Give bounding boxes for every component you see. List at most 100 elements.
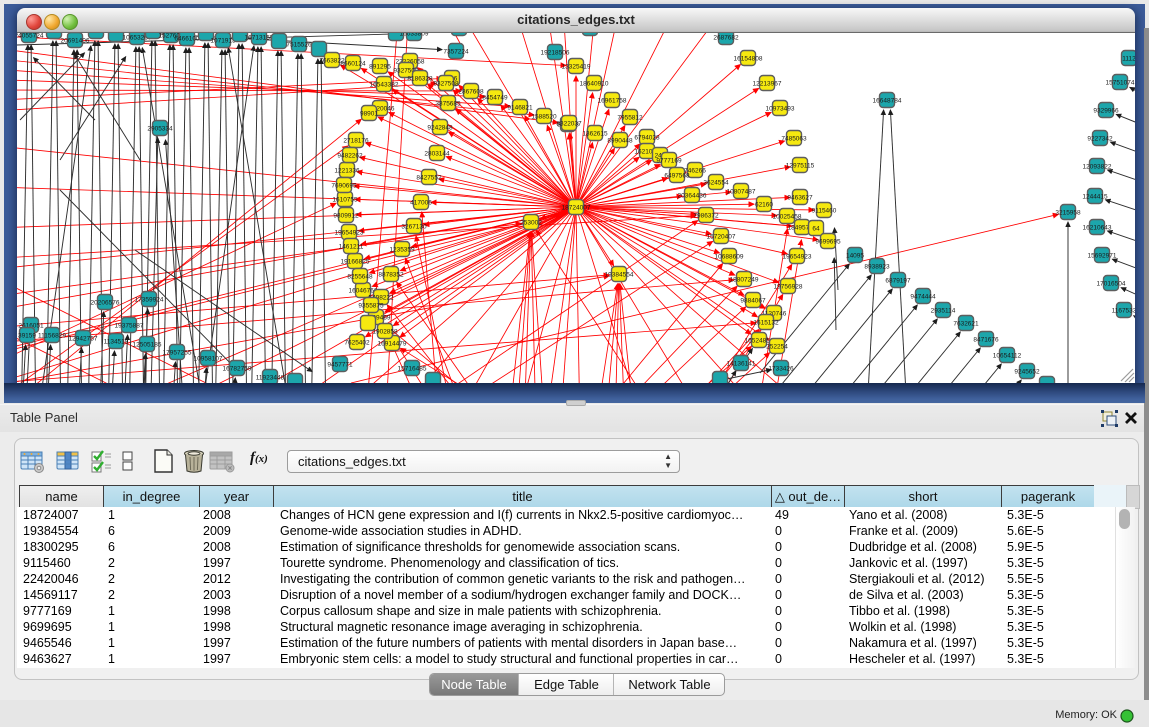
svg-text:12942757: 12942757: [69, 335, 98, 342]
svg-text:9777169: 9777169: [656, 157, 682, 164]
svg-text:1362615: 1362615: [582, 130, 608, 137]
svg-text:12505185: 12505185: [133, 341, 162, 348]
svg-text:19654923: 19654923: [783, 253, 812, 260]
svg-text:8878352: 8878352: [378, 271, 404, 278]
svg-text:1461211: 1461211: [339, 243, 364, 250]
svg-text:1244415: 1244415: [1082, 193, 1108, 200]
svg-text:15716485: 15716485: [398, 365, 427, 372]
svg-text:10807487: 10807487: [727, 188, 756, 195]
svg-text:19166825: 19166825: [341, 258, 370, 265]
svg-text:1615132: 1615132: [753, 319, 779, 326]
svg-text:39159: 39159: [18, 332, 36, 339]
svg-text:7357224: 7357224: [443, 48, 469, 55]
svg-text:253002: 253002: [520, 219, 542, 226]
svg-text:9457771: 9457771: [327, 361, 353, 368]
svg-text:16713155: 16713155: [245, 34, 274, 41]
svg-text:7986372: 7986372: [693, 212, 719, 219]
svg-text:8186328: 8186328: [407, 75, 433, 82]
svg-text:15751074: 15751074: [1106, 79, 1135, 86]
svg-text:19375887: 19375887: [115, 322, 144, 329]
svg-text:2718176: 2718176: [343, 137, 369, 144]
svg-text:11923448: 11923448: [256, 374, 285, 381]
svg-text:8990448: 8990448: [607, 137, 633, 144]
svg-text:6497568: 6497568: [664, 172, 690, 179]
svg-text:7632621: 7632621: [953, 320, 979, 327]
svg-text:20206576: 20206576: [91, 299, 120, 306]
svg-text:9146821: 9146821: [507, 104, 533, 111]
svg-text:17957255: 17957255: [163, 349, 192, 356]
svg-text:2935114: 2935114: [931, 307, 956, 314]
svg-text:9884067: 9884067: [740, 297, 766, 304]
svg-text:2687682: 2687682: [713, 34, 739, 41]
svg-text:24055724: 24055724: [17, 33, 44, 39]
svg-text:7955812: 7955812: [617, 114, 643, 121]
svg-text:7485063: 7485063: [781, 135, 807, 142]
svg-text:10958107: 10958107: [194, 355, 223, 362]
svg-text:1902858: 1902858: [372, 328, 398, 335]
svg-text:10973493: 10973493: [766, 105, 795, 112]
svg-text:1167533: 1167533: [1112, 307, 1135, 314]
svg-text:10654112: 10654112: [993, 352, 1022, 359]
svg-text:9474444: 9474444: [910, 293, 936, 300]
svg-text:8255648: 8255648: [347, 273, 373, 280]
svg-text:9227342: 9227342: [1087, 135, 1113, 142]
svg-text:14136141: 14136141: [727, 360, 756, 367]
svg-text:8454749: 8454749: [482, 94, 508, 101]
svg-text:16961758: 16961758: [598, 97, 627, 104]
svg-text:17359924: 17359924: [135, 296, 164, 303]
svg-text:15720407: 15720407: [707, 233, 736, 240]
svg-text:18640910: 18640910: [580, 80, 609, 87]
svg-text:8660124: 8660124: [340, 60, 366, 67]
svg-text:19384554: 19384554: [605, 271, 634, 278]
svg-text:3215958: 3215958: [1055, 209, 1081, 216]
svg-text:8471676: 8471676: [973, 336, 999, 343]
svg-text:417006: 417006: [410, 199, 432, 206]
svg-text:16210643: 16210643: [1083, 224, 1112, 231]
svg-text:8427552: 8427552: [416, 174, 442, 181]
svg-text:1610755: 1610755: [332, 196, 358, 203]
svg-text:1733426: 1733426: [768, 365, 794, 372]
svg-text:19654923: 19654923: [335, 229, 364, 236]
svg-text:891295: 891295: [369, 63, 391, 70]
svg-text:12213967: 12213967: [753, 80, 782, 87]
svg-text:12975115: 12975115: [786, 162, 815, 169]
svg-text:16914479: 16914479: [378, 340, 407, 347]
svg-text:2867608: 2867608: [458, 88, 484, 95]
svg-text:17016504: 17016504: [1097, 280, 1126, 287]
svg-text:19218506: 19218506: [541, 49, 570, 56]
svg-text:9329966: 9329966: [1093, 107, 1119, 114]
svg-text:20364436: 20364436: [678, 192, 707, 199]
svg-text:6879197: 6879197: [885, 277, 911, 284]
svg-text:7625402: 7625402: [344, 339, 370, 346]
svg-text:2905334: 2905334: [147, 125, 173, 132]
svg-text:1588520: 1588520: [531, 113, 557, 120]
svg-text:1134519: 1134519: [104, 338, 129, 345]
svg-text:6466100: 6466100: [174, 35, 200, 42]
svg-text:6794028: 6794028: [634, 134, 660, 141]
svg-text:12093822: 12093822: [1083, 163, 1112, 170]
svg-text:18807249: 18807249: [730, 276, 759, 283]
svg-text:16648784: 16648784: [873, 97, 902, 104]
svg-text:13325419: 13325419: [562, 63, 591, 70]
svg-text:16782759: 16782759: [223, 365, 252, 372]
svg-text:20691406: 20691406: [61, 37, 90, 44]
svg-text:9699695: 9699695: [815, 238, 841, 245]
svg-text:16543382: 16543382: [370, 81, 399, 88]
svg-text:64: 64: [812, 225, 820, 232]
svg-text:10688609: 10688609: [715, 253, 744, 260]
svg-text:3624554: 3624554: [703, 179, 729, 186]
svg-text:7690695: 7690695: [331, 182, 357, 189]
svg-text:8322037: 8322037: [556, 120, 582, 127]
svg-text:16033809: 16033809: [400, 33, 429, 37]
svg-text:9115460: 9115460: [812, 207, 837, 214]
svg-text:1112: 1112: [1122, 55, 1135, 62]
svg-text:98901: 98901: [360, 110, 378, 117]
svg-text:62160: 62160: [755, 201, 773, 208]
svg-text:1221336: 1221336: [334, 167, 360, 174]
svg-text:16154808: 16154808: [734, 55, 763, 62]
svg-text:1235359: 1235359: [389, 246, 415, 253]
svg-text:7515526: 7515526: [286, 41, 312, 48]
svg-text:9482262: 9482262: [337, 152, 363, 159]
svg-text:11156829: 11156829: [38, 332, 66, 339]
svg-text:18724007: 18724007: [562, 204, 591, 211]
